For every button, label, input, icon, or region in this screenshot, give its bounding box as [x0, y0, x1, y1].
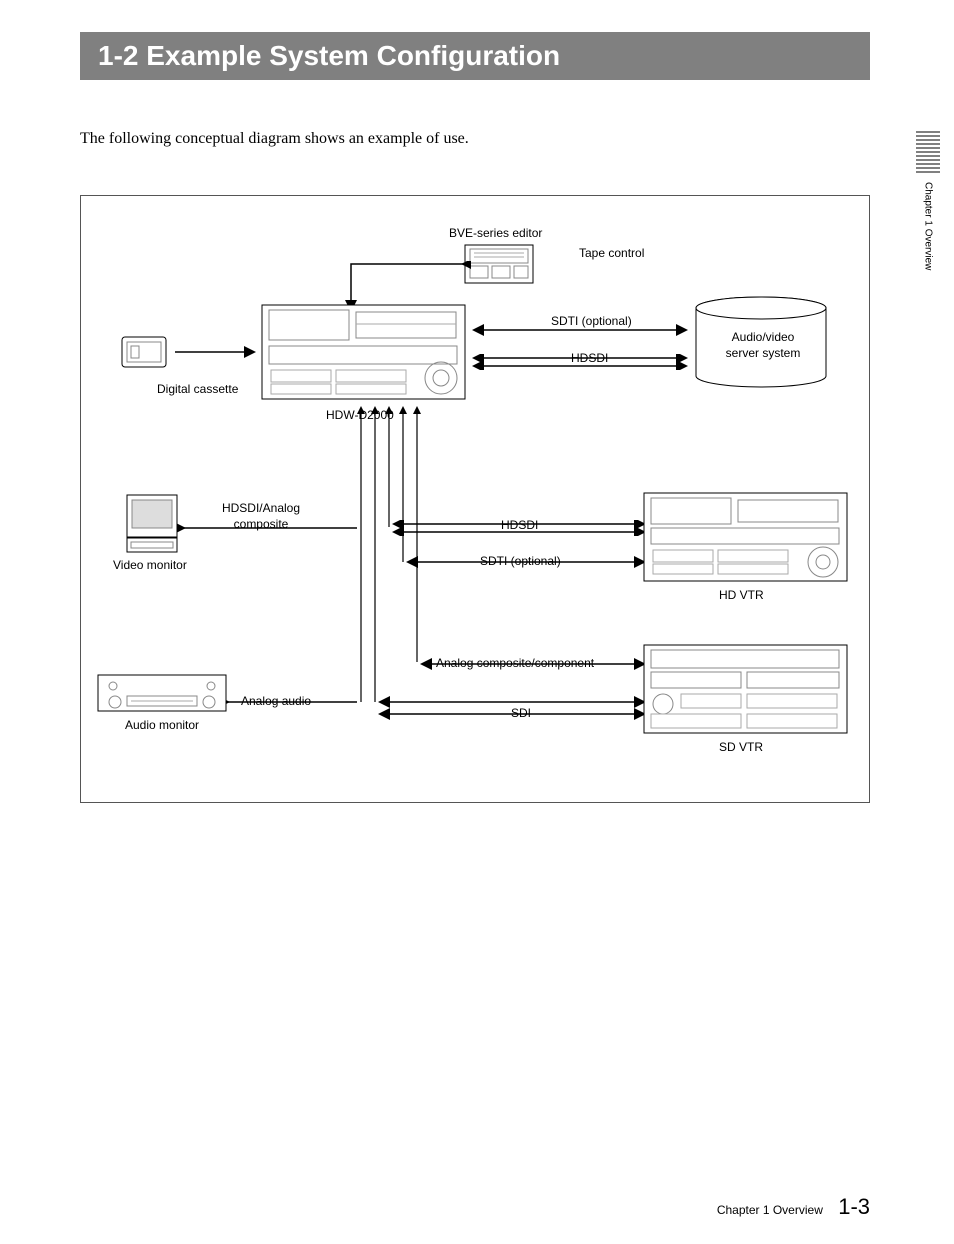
- arrow-cassette: [173, 346, 259, 358]
- side-tab: Chapter 1 Overview: [912, 130, 944, 270]
- device-cassette: [121, 336, 167, 373]
- footer-page-number: 1-3: [838, 1194, 870, 1219]
- arrow-sdvtr-analog: [417, 658, 649, 670]
- label-hd-vtr: HD VTR: [719, 588, 764, 602]
- device-audio-monitor: [97, 674, 227, 719]
- device-bve-editor: [464, 244, 534, 289]
- label-sd-vtr: SD VTR: [719, 740, 763, 754]
- arrow-hdvtr-hdsdi: [389, 520, 649, 536]
- arrow-sdti-top: [469, 324, 691, 336]
- page-footer: Chapter 1 Overview 1-3: [80, 1194, 870, 1220]
- device-sd-vtr: [643, 644, 848, 741]
- diagram-frame: BVE-series editor Tape control SDTI (opt…: [80, 195, 870, 803]
- arrow-sdvtr-sdi: [375, 696, 649, 720]
- arrow-hdsdi-top: [469, 354, 691, 370]
- footer-chapter: Chapter 1 Overview: [717, 1203, 823, 1217]
- section-title-bar: 1-2 Example System Configuration: [80, 32, 870, 80]
- arrow-hdvtr-sdti: [403, 556, 649, 568]
- arrow-to-audio-monitor: [221, 696, 363, 708]
- device-hdw-d2000: [261, 304, 466, 407]
- side-tab-label: Chapter 1 Overview: [923, 182, 934, 270]
- device-video-monitor: [126, 494, 178, 559]
- label-tape-control: Tape control: [579, 246, 644, 260]
- arrow-to-video-monitor: [177, 522, 363, 534]
- section-title: 1-2 Example System Configuration: [98, 40, 560, 72]
- label-audio-monitor: Audio monitor: [125, 718, 199, 732]
- device-hd-vtr: [643, 492, 848, 589]
- label-cassette: Digital cassette: [157, 382, 238, 396]
- intro-paragraph: The following conceptual diagram shows a…: [80, 128, 520, 150]
- label-video-monitor: Video monitor: [113, 558, 187, 572]
- label-server: Audio/video server system: [718, 330, 808, 361]
- label-bve-editor: BVE-series editor: [449, 226, 542, 240]
- thumb-tab-icon: [914, 130, 942, 174]
